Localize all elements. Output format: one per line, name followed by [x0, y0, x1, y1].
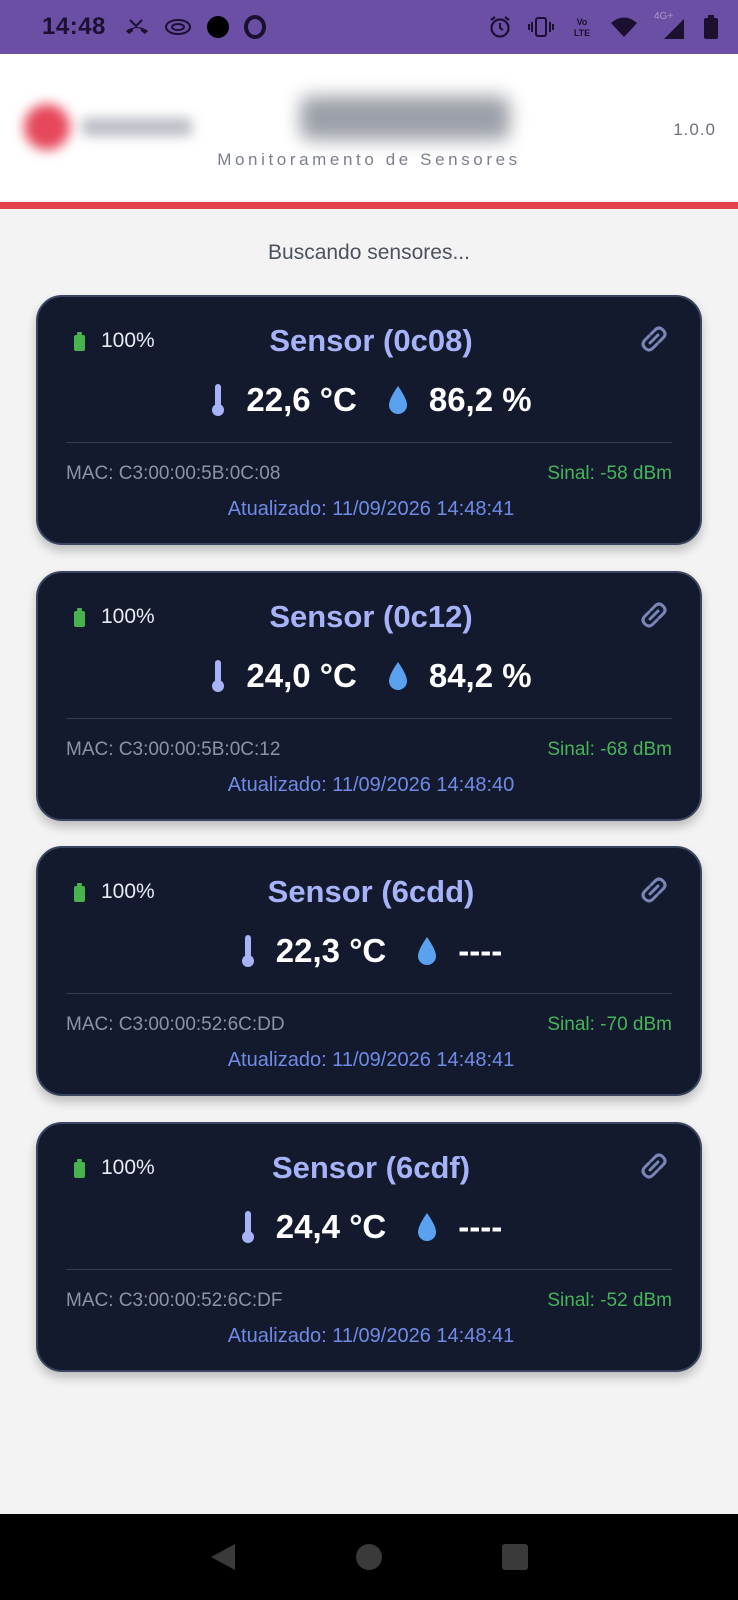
link-icon[interactable]	[636, 321, 672, 357]
vibrate-icon	[528, 16, 554, 38]
temperature-value: 24,4 °C	[275, 1208, 387, 1245]
mac-address: MAC: C3:00:00:5B:0C:08	[66, 463, 281, 484]
cellular-4g-icon: 4G+	[654, 11, 688, 41]
svg-text:LTE: LTE	[574, 28, 590, 38]
sensor-readings: 24,4 °C ----	[38, 1208, 704, 1246]
missed-call-icon	[124, 17, 150, 37]
water-drop-icon	[418, 937, 437, 965]
signal-strength: Sinal: -70 dBm	[547, 1014, 672, 1035]
updated-timestamp: Atualizado: 11/09/2026 14:48:41	[227, 1049, 515, 1071]
volte-icon: Vo LTE	[570, 15, 594, 39]
back-icon[interactable]	[203, 1537, 243, 1577]
alarm-icon	[488, 15, 512, 39]
humidity-value: 84,2 %	[428, 657, 532, 694]
recents-icon[interactable]	[495, 1537, 535, 1577]
card-divider	[66, 442, 672, 443]
humidity-reading: 86,2 %	[387, 381, 532, 419]
thermometer-icon	[241, 1211, 254, 1243]
humidity-reading: ----	[416, 932, 502, 970]
water-drop-icon	[418, 1213, 437, 1241]
sensor-readings: 22,6 °C 86,2 %	[38, 381, 704, 419]
sensor-name: Sensor (0c08)	[269, 323, 473, 358]
app-subtitle: Monitoramento de Sensores	[217, 150, 521, 169]
thermometer-icon	[241, 935, 254, 967]
humidity-value: 86,2 %	[428, 381, 532, 418]
card-divider	[66, 993, 672, 994]
sensor-name: Sensor (6cdd)	[267, 874, 475, 909]
sensor-card[interactable]: 100% Sensor (6cdf) 24,4 °C ---- MAC: C3:…	[36, 1122, 702, 1372]
humidity-reading: ----	[416, 1208, 502, 1246]
card-divider	[66, 1269, 672, 1270]
humidity-value: ----	[458, 1208, 503, 1245]
status-left-icons	[124, 15, 266, 39]
sensor-card[interactable]: 100% Sensor (0c12) 24,0 °C 84,2 % MAC: C…	[36, 571, 702, 821]
app-version: 1.0.0	[673, 120, 716, 139]
record-dot-icon	[206, 15, 230, 39]
humidity-reading: 84,2 %	[387, 657, 532, 695]
wifi-icon	[610, 16, 638, 38]
temperature-reading: 22,3 °C	[240, 932, 386, 970]
status-bar: 14:48 Vo LTE 4G+	[0, 0, 738, 54]
signal-strength: Sinal: -68 dBm	[547, 739, 672, 760]
opera-icon	[243, 15, 266, 39]
sensor-readings: 22,3 °C ----	[38, 932, 704, 970]
scan-status: Buscando sensores...	[268, 241, 470, 264]
temperature-value: 22,3 °C	[275, 932, 387, 969]
sensor-card[interactable]: 100% Sensor (6cdd) 22,3 °C ---- MAC: C3:…	[36, 846, 702, 1096]
updated-timestamp: Atualizado: 11/09/2026 14:48:41	[227, 498, 515, 520]
temperature-reading: 24,4 °C	[240, 1208, 386, 1246]
updated-timestamp: Atualizado: 11/09/2026 14:48:40	[227, 774, 515, 796]
sensor-card[interactable]: 100% Sensor (0c08) 22,6 °C 86,2 % MAC: C…	[36, 295, 702, 545]
app-title-blurred	[300, 96, 510, 140]
sensor-readings: 24,0 °C 84,2 %	[38, 657, 704, 695]
status-time: 14:48	[42, 13, 106, 40]
water-drop-icon	[388, 662, 407, 690]
battery-icon	[704, 15, 718, 39]
svg-text:Vo: Vo	[577, 17, 588, 27]
thermometer-icon	[212, 660, 225, 692]
link-icon[interactable]	[636, 1148, 672, 1184]
header-accent-line	[0, 202, 738, 209]
sensor-name: Sensor (0c12)	[269, 599, 473, 634]
temperature-reading: 22,6 °C	[210, 381, 357, 419]
system-nav-bar	[0, 1514, 738, 1600]
temperature-value: 22,6 °C	[246, 381, 357, 418]
signal-strength: Sinal: -52 dBm	[547, 1290, 672, 1311]
mac-address: MAC: C3:00:00:52:6C:DF	[66, 1290, 283, 1311]
status-right-icons: Vo LTE 4G+	[488, 11, 718, 41]
signal-strength: Sinal: -58 dBm	[547, 463, 672, 484]
mac-address: MAC: C3:00:00:52:6C:DD	[66, 1014, 285, 1035]
card-divider	[66, 718, 672, 719]
link-icon[interactable]	[636, 597, 672, 633]
temperature-reading: 24,0 °C	[210, 657, 357, 695]
thermometer-icon	[212, 384, 225, 416]
sensor-name: Sensor (6cdf)	[271, 1150, 471, 1185]
app-logo	[14, 96, 204, 156]
home-icon[interactable]	[349, 1537, 389, 1577]
humidity-value: ----	[458, 932, 503, 969]
link-icon[interactable]	[636, 872, 672, 908]
water-drop-icon	[388, 386, 407, 414]
mac-address: MAC: C3:00:00:5B:0C:12	[66, 739, 281, 760]
cast-icon	[164, 17, 192, 37]
updated-timestamp: Atualizado: 11/09/2026 14:48:41	[227, 1325, 515, 1347]
temperature-value: 24,0 °C	[246, 657, 357, 694]
